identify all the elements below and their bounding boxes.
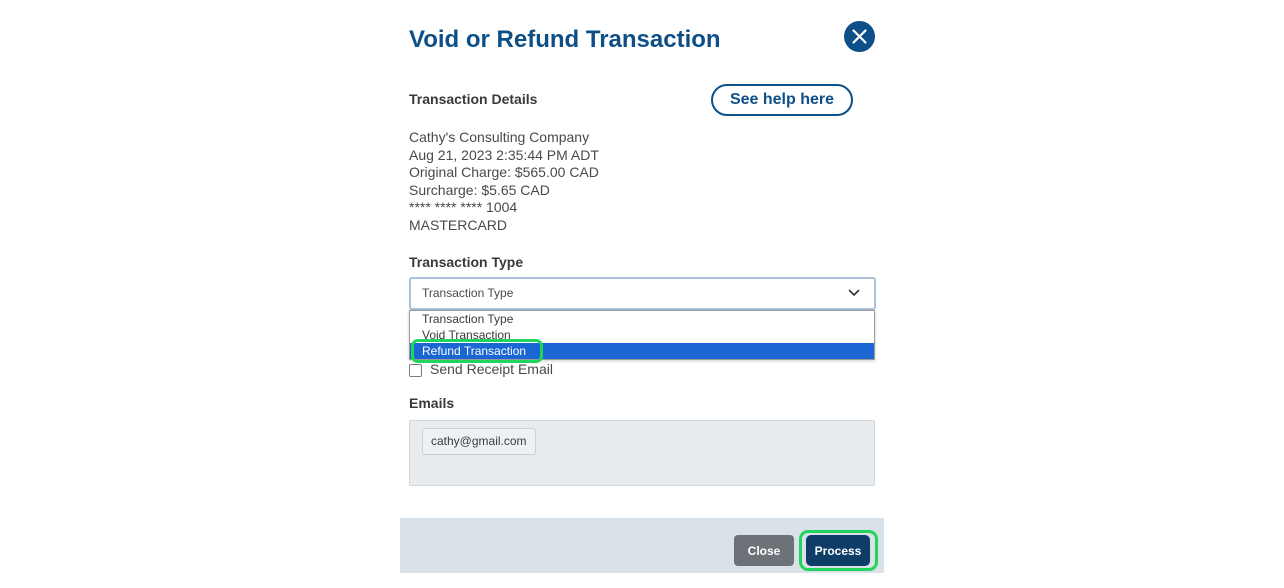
card-type: MASTERCARD	[409, 216, 508, 233]
transaction-type-options: Transaction Type Void Transaction Refund…	[409, 310, 875, 360]
close-dialog-button[interactable]	[844, 21, 875, 52]
option-refund-transaction[interactable]: Refund Transaction	[410, 343, 874, 359]
dialog-title: Void or Refund Transaction	[409, 26, 721, 53]
process-button[interactable]: Process	[806, 535, 870, 566]
emails-heading: Emails	[409, 395, 455, 411]
transaction-datetime: Aug 21, 2023 2:35:44 PM ADT	[409, 146, 599, 163]
select-value: Transaction Type	[422, 286, 514, 300]
surcharge: Surcharge: $5.65 CAD	[409, 181, 550, 198]
send-receipt-checkbox[interactable]	[409, 363, 422, 377]
see-help-button[interactable]: See help here	[711, 84, 853, 116]
transaction-details-heading: Transaction Details	[409, 91, 538, 107]
chevron-down-icon	[848, 289, 860, 296]
transaction-type-select[interactable]: Transaction Type	[409, 277, 876, 310]
option-void-transaction[interactable]: Void Transaction	[410, 327, 874, 343]
original-charge: Original Charge: $565.00 CAD	[409, 164, 599, 180]
send-receipt-label[interactable]: Send Receipt Email	[430, 361, 553, 377]
option-transaction-type[interactable]: Transaction Type	[410, 311, 874, 327]
company-name: Cathy's Consulting Company	[409, 129, 590, 145]
close-icon	[852, 29, 867, 44]
card-number: **** **** **** 1004	[409, 199, 518, 215]
void-refund-dialog: Void or Refund Transaction Transaction D…	[400, 0, 884, 573]
send-receipt-row: Send Receipt Email	[409, 361, 553, 377]
transaction-details: Cathy's Consulting Company Aug 21, 2023 …	[409, 129, 599, 234]
transaction-type-heading: Transaction Type	[409, 254, 524, 270]
close-button[interactable]: Close	[734, 535, 794, 566]
dialog-footer: Close Process	[400, 518, 884, 573]
email-chip[interactable]: cathy@gmail.com	[422, 428, 536, 455]
emails-field[interactable]: cathy@gmail.com	[409, 420, 875, 486]
